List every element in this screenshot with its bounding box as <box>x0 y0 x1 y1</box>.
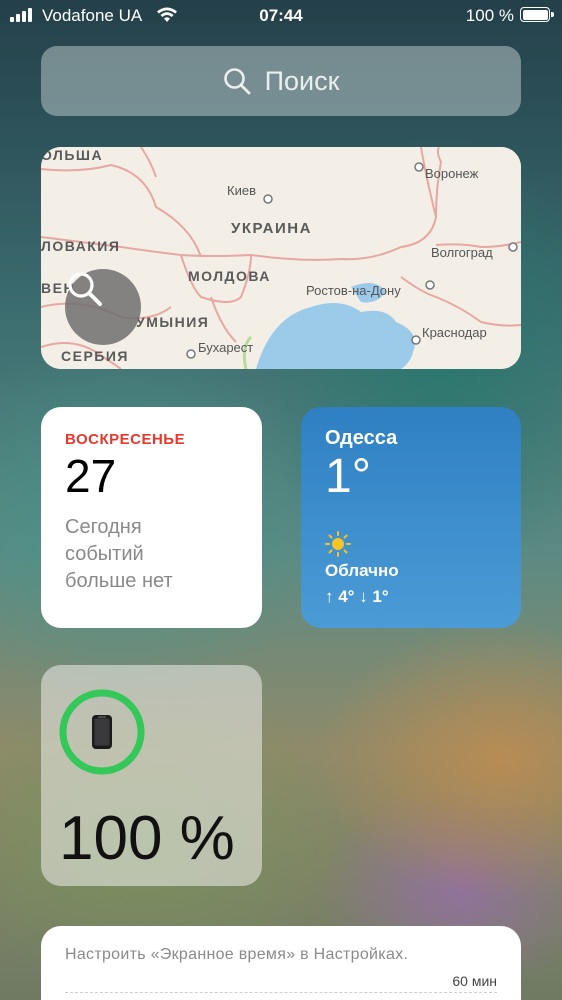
screen-time-axis-label: 60 мин <box>452 973 497 989</box>
map-label-krasnodar: Краснодар <box>422 325 487 340</box>
weather-city: Одесса <box>325 427 398 449</box>
maps-widget[interactable]: ОЛЬША ЛОВАКИЯ УКРАИНА МОЛДОВА УМЫНИЯ СЕР… <box>41 147 521 369</box>
magnifier-icon <box>68 272 102 306</box>
screen-time-message: Настроить «Экранное время» в Настройках. <box>65 946 409 963</box>
battery-percent-text: 100 % <box>465 6 514 25</box>
weather-temperature: 1° <box>325 450 371 503</box>
calendar-note-line: Сегодня <box>65 516 142 538</box>
battery-widget-percent: 100 % <box>59 804 235 873</box>
map-label-voronezh: Воронеж <box>425 166 479 181</box>
calendar-no-events: Сегодня событий больше нет <box>65 514 238 595</box>
map-label-volgograd: Волгоград <box>431 245 493 260</box>
map-label-slovakia: ЛОВАКИЯ <box>41 238 121 254</box>
magnifier-icon <box>223 68 250 95</box>
search-field[interactable]: Поиск <box>41 46 521 116</box>
map-label-ukraine: УКРАИНА <box>231 220 312 237</box>
calendar-date: 27 <box>65 450 117 502</box>
sun-icon <box>325 531 351 557</box>
map-label-poland: ОЛЬША <box>41 147 104 163</box>
map-label-romania: УМЫНИЯ <box>136 314 210 330</box>
weather-condition: Облачно <box>325 561 399 580</box>
map-label-serbia: СЕРБИЯ <box>61 348 129 364</box>
screen-time-gridline <box>65 992 497 993</box>
battery-icon <box>520 7 554 22</box>
map-label-bucharest: Бухарест <box>198 340 254 355</box>
search-placeholder: Поиск <box>264 65 340 96</box>
map-search-button[interactable] <box>65 269 141 345</box>
calendar-note-line: больше нет <box>65 570 173 592</box>
map-label-rostov: Ростов-на-Дону <box>306 283 401 298</box>
status-bar: Vodafone UA 07:44 100 % <box>0 0 562 32</box>
map-label-moldova: МОЛДОВА <box>188 268 271 284</box>
iphone-icon <box>92 715 112 749</box>
calendar-widget[interactable]: ВОСКРЕСЕНЬЕ 27 Сегодня событий больше не… <box>41 407 262 628</box>
weather-widget[interactable]: Одесса 1° Облачно ↑ 4° ↓ 1° <box>301 407 521 628</box>
screen-time-widget[interactable]: Настроить «Экранное время» в Настройках.… <box>41 926 521 1000</box>
battery-ring <box>59 689 145 775</box>
weather-high-low: ↑ 4° ↓ 1° <box>325 587 389 606</box>
calendar-weekday: ВОСКРЕСЕНЬЕ <box>65 431 186 448</box>
map-label-kyiv: Киев <box>227 183 256 198</box>
batteries-widget[interactable]: 100 % <box>41 665 262 886</box>
calendar-note-line: событий <box>65 543 144 565</box>
